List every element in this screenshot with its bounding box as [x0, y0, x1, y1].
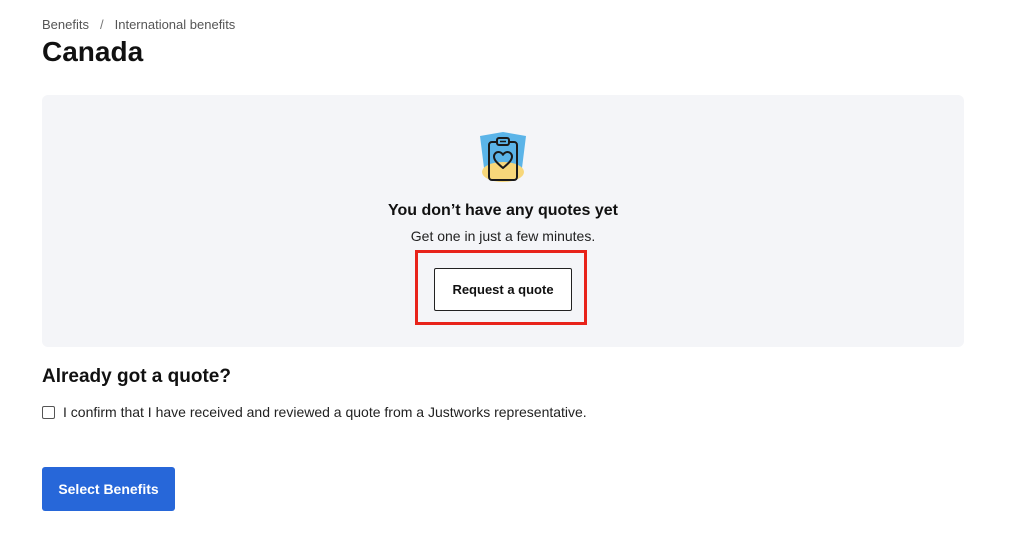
- breadcrumb-item-benefits[interactable]: Benefits: [42, 17, 89, 32]
- page-title: Canada: [42, 36, 144, 67]
- confirm-quote-checkbox[interactable]: [42, 405, 55, 419]
- already-got-quote-heading: Already got a quote?: [42, 366, 231, 387]
- no-quotes-card: You don’t have any quotes yet Get one in…: [42, 95, 964, 347]
- request-quote-button[interactable]: Request a quote: [434, 268, 572, 311]
- confirm-quote-label: I confirm that I have received and revie…: [63, 404, 587, 420]
- empty-state-subtitle: Get one in just a few minutes.: [410, 228, 596, 244]
- breadcrumb: Benefits / International benefits: [42, 17, 235, 32]
- clipboard-heart-icon: [478, 130, 528, 186]
- select-benefits-button[interactable]: Select Benefits: [42, 467, 175, 511]
- breadcrumb-separator: /: [99, 17, 104, 32]
- page: Benefits / International benefits Canada…: [0, 0, 1015, 539]
- confirm-quote-row[interactable]: I confirm that I have received and revie…: [42, 404, 587, 420]
- empty-state-title: You don’t have any quotes yet: [388, 202, 618, 219]
- breadcrumb-item-international-benefits[interactable]: International benefits: [115, 17, 236, 32]
